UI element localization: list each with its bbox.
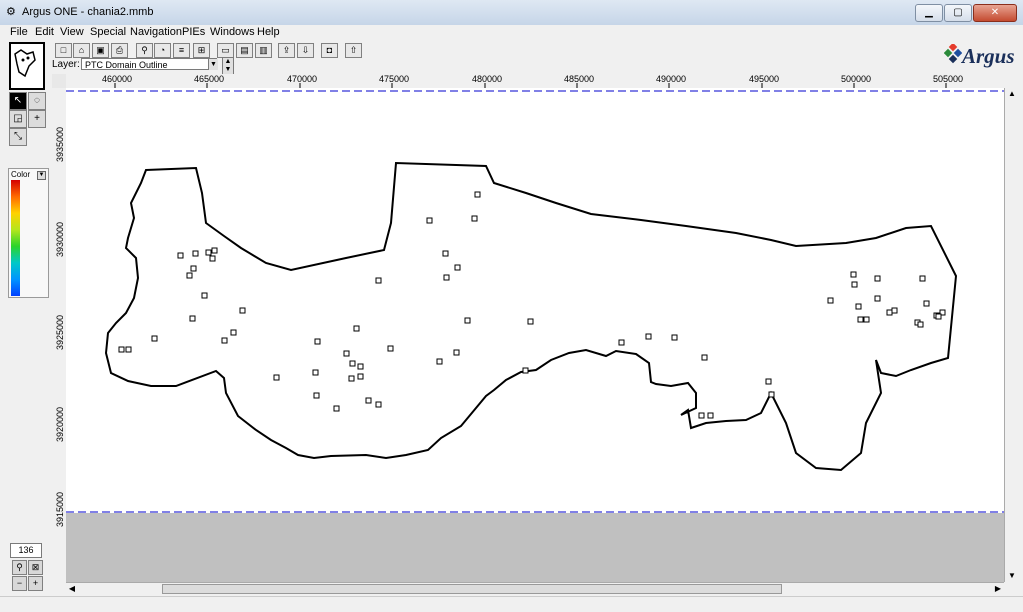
x-tick-label: 480000 xyxy=(472,74,503,84)
color-legend: Color ▼ xyxy=(8,168,49,298)
tool-palette: ↖ ◌ ◲ + ⤡ xyxy=(9,92,46,146)
export-icon[interactable]: ⇪ xyxy=(278,43,295,58)
menu-file[interactable]: File xyxy=(10,26,28,38)
zoom-level[interactable]: 136 xyxy=(10,543,42,558)
x-tick-label: 475000 xyxy=(379,74,410,84)
y-tick-label: 3935000 xyxy=(55,126,65,162)
window-icon[interactable]: ▤ xyxy=(236,43,253,58)
vertical-scrollbar[interactable]: ▲ ▼ xyxy=(1004,88,1019,582)
app-icon: ⚙ xyxy=(6,6,16,18)
y-tick-label: 3915000 xyxy=(55,491,65,527)
color-dropdown-icon[interactable]: ▼ xyxy=(37,171,46,180)
menu-windows[interactable]: Windows xyxy=(210,26,255,38)
lasso-icon[interactable]: ◌ xyxy=(28,92,46,110)
title-bar: ⚙ Argus ONE - chania2.mmb ▁ ▢ ✕ xyxy=(0,0,1023,26)
select-icon[interactable]: ↖ xyxy=(9,92,27,110)
color-legend-label: Color xyxy=(11,170,31,179)
pie-icon[interactable]: ◔ xyxy=(154,43,171,58)
x-tick-label: 490000 xyxy=(656,74,687,84)
scroll-left-icon[interactable]: ◀ xyxy=(66,583,78,595)
x-tick-label: 505000 xyxy=(933,74,964,84)
map-canvas[interactable] xyxy=(60,88,1004,582)
close-button[interactable]: ✕ xyxy=(973,4,1017,22)
layer-spinner[interactable]: ▲ ▼ xyxy=(222,57,234,75)
find-icon[interactable]: ⚲ xyxy=(136,43,153,58)
argus-logo: Argus xyxy=(944,42,1018,70)
argus-logo-text: Argus xyxy=(962,44,1015,68)
status-bar xyxy=(0,596,1023,612)
outside-area xyxy=(66,511,1004,582)
scroll-down-icon[interactable]: ▼ xyxy=(1006,570,1018,582)
x-tick-label: 500000 xyxy=(841,74,872,84)
scroll-up-icon[interactable]: ▲ xyxy=(1006,88,1018,100)
ruler-corner xyxy=(52,74,66,88)
y-tick-label: 3930000 xyxy=(55,221,65,257)
domain-outline[interactable] xyxy=(104,161,958,472)
menu-navigation[interactable]: Navigation xyxy=(130,26,182,38)
add-point-icon[interactable]: + xyxy=(28,110,46,128)
zoom-tool-icon[interactable]: ⚲ xyxy=(12,560,27,575)
print-icon[interactable]: ⎙ xyxy=(111,43,128,58)
layer-dropdown[interactable]: PTC Domain Outline xyxy=(81,58,217,70)
zoom-out-icon[interactable]: − xyxy=(12,576,27,591)
chevron-down-icon[interactable]: ▼ xyxy=(208,59,218,70)
zoom-fit-icon[interactable]: ⊠ xyxy=(28,560,43,575)
layers-icon[interactable]: ≡ xyxy=(173,43,190,58)
import-layer-icon[interactable]: ⇧ xyxy=(345,43,362,58)
scroll-right-icon[interactable]: ▶ xyxy=(992,583,1004,595)
menu-edit[interactable]: Edit xyxy=(35,26,54,38)
x-tick-label: 485000 xyxy=(564,74,595,84)
argus-logo-icon xyxy=(944,44,962,64)
layer-label: Layer: xyxy=(52,59,80,70)
menu-view[interactable]: View xyxy=(60,26,84,38)
y-tick-label: 3925000 xyxy=(55,314,65,350)
chart-icon[interactable]: ▥ xyxy=(255,43,272,58)
window-title: Argus ONE - chania2.mmb xyxy=(22,6,154,18)
menu-bar: File Edit View Special Navigation PIEs W… xyxy=(0,25,1023,40)
x-tick-label: 465000 xyxy=(194,74,225,84)
domain-map xyxy=(60,88,1004,472)
import-icon[interactable]: ⇩ xyxy=(297,43,314,58)
open-icon[interactable]: ⌂ xyxy=(73,43,90,58)
domain-view-glyph xyxy=(14,49,36,78)
y-tick-label: 3920000 xyxy=(55,406,65,442)
grid-icon[interactable]: ⊞ xyxy=(193,43,210,58)
bottom-boundary-line xyxy=(66,511,1004,513)
horizontal-scrollbar[interactable]: ◀ ▶ xyxy=(66,582,1004,595)
menu-pies[interactable]: PIEs xyxy=(182,26,205,38)
x-tick-label: 470000 xyxy=(287,74,318,84)
save-icon[interactable]: ▣ xyxy=(92,43,109,58)
menu-help[interactable]: Help xyxy=(257,26,280,38)
domain-view-icon[interactable] xyxy=(9,42,45,90)
new-icon[interactable]: □ xyxy=(55,43,72,58)
layer-dropdown-value: PTC Domain Outline xyxy=(85,60,168,70)
x-tick-label: 460000 xyxy=(102,74,133,84)
maximize-button[interactable]: ▢ xyxy=(944,4,972,22)
scale-icon[interactable]: ⤡ xyxy=(9,128,27,146)
color-scale-bar xyxy=(11,180,20,296)
camera-icon[interactable]: ◘ xyxy=(321,43,338,58)
horizontal-scroll-thumb[interactable] xyxy=(162,584,782,594)
node-points xyxy=(118,191,946,419)
minimize-button[interactable]: ▁ xyxy=(915,4,943,22)
x-tick-label: 495000 xyxy=(749,74,780,84)
zoom-box-icon[interactable]: ◲ xyxy=(9,110,27,128)
menu-special[interactable]: Special xyxy=(90,26,126,38)
frame-icon[interactable]: ▭ xyxy=(217,43,234,58)
zoom-in-icon[interactable]: + xyxy=(28,576,43,591)
